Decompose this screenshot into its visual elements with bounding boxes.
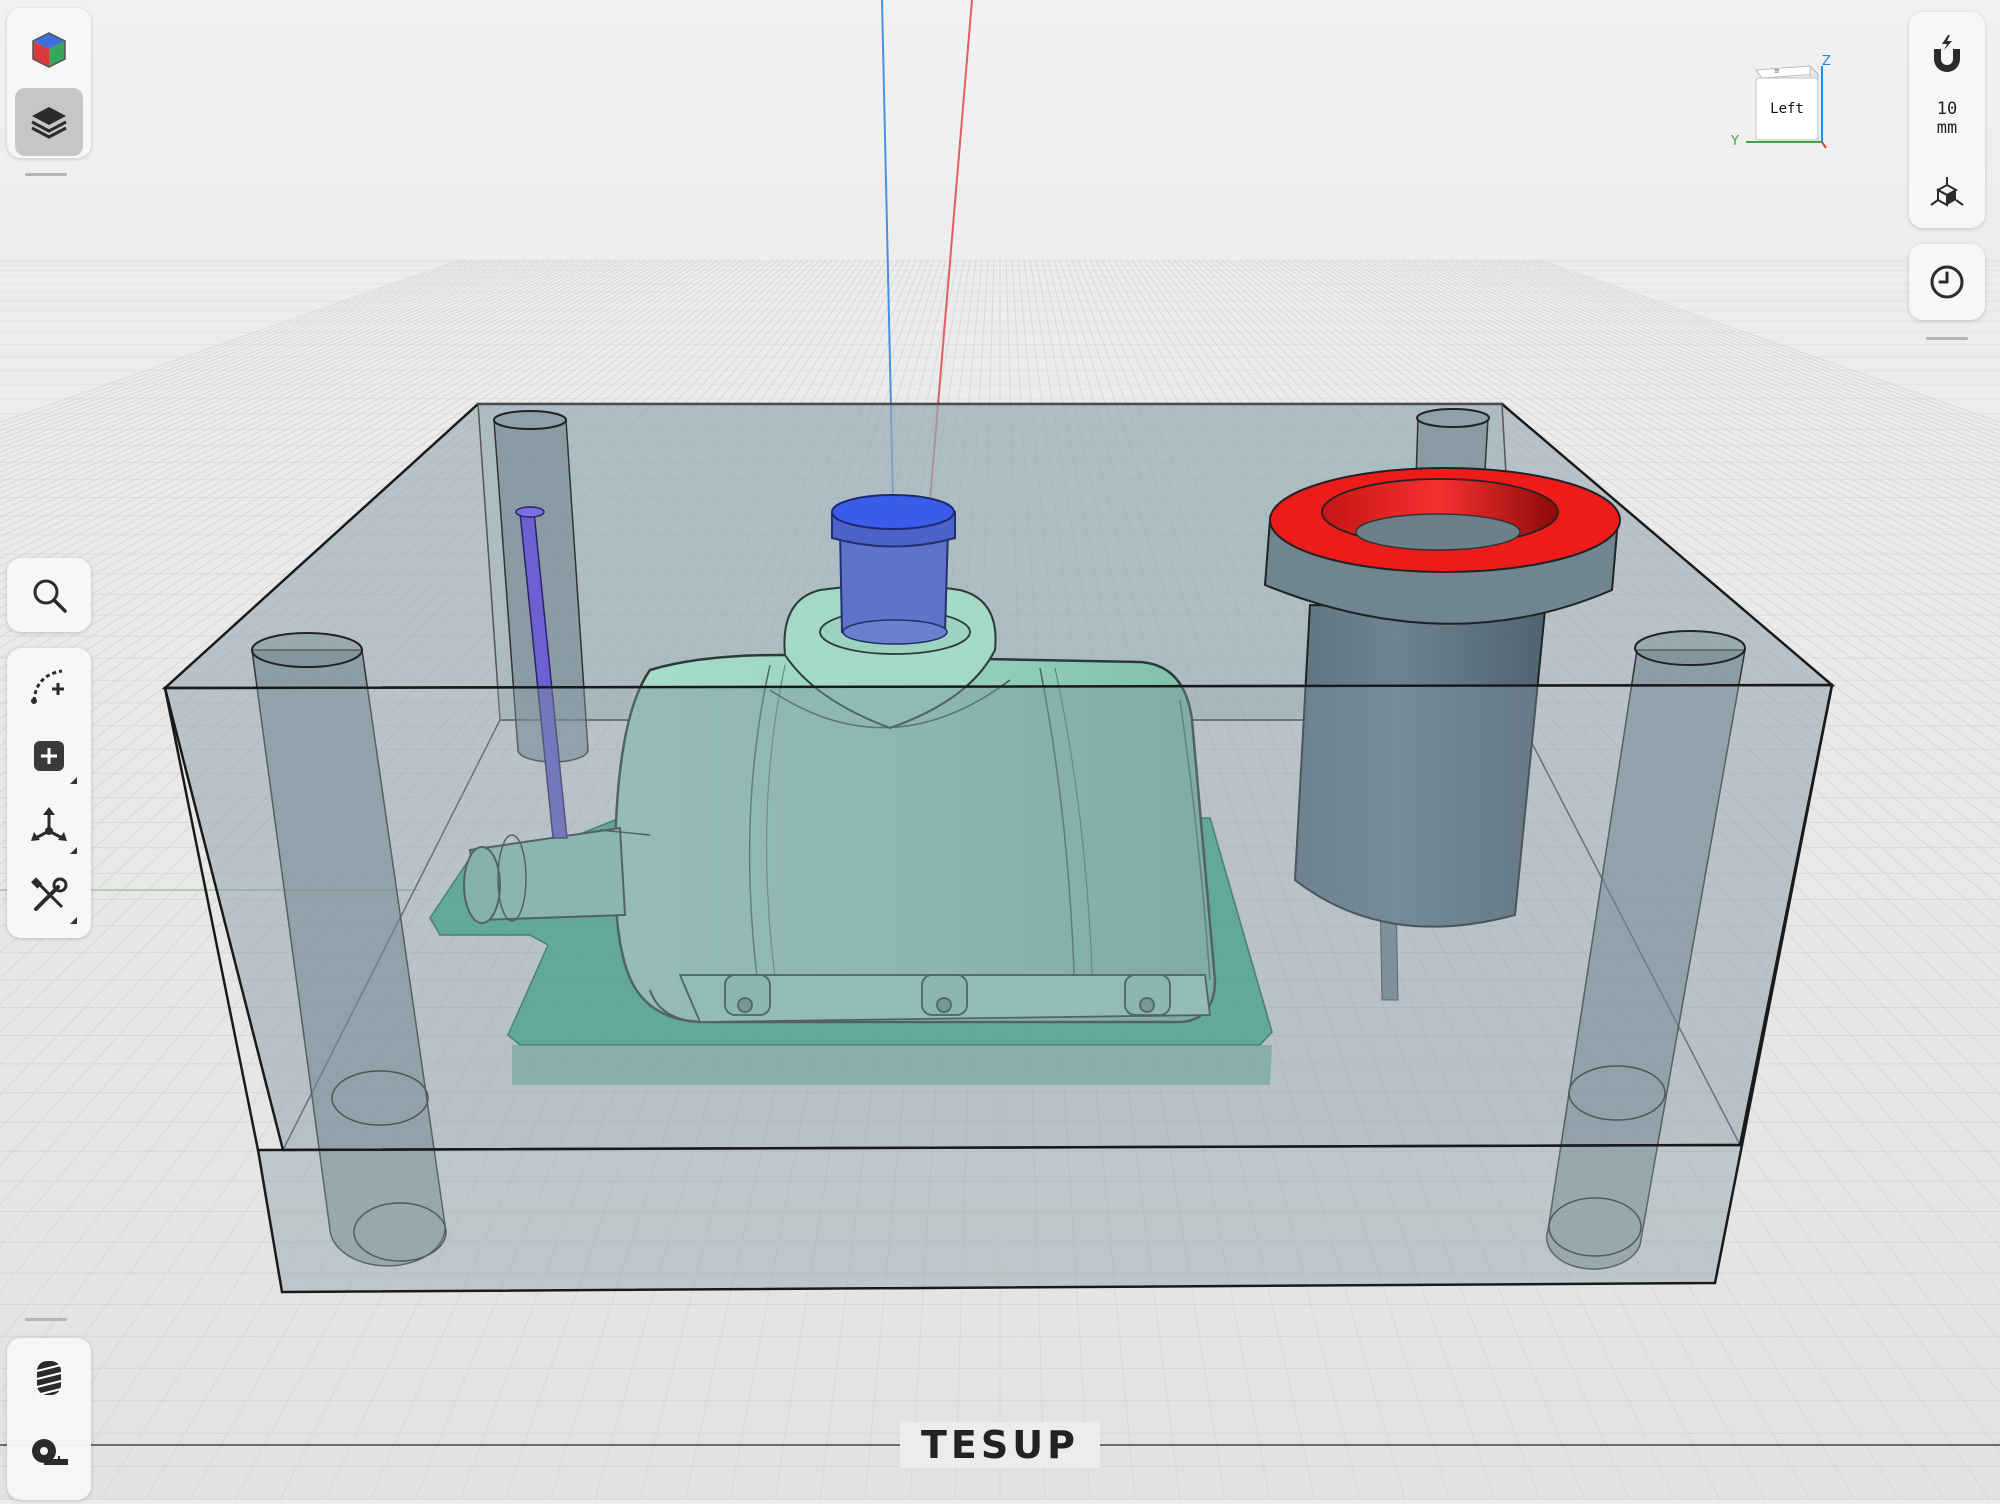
right-divider <box>1926 337 1968 340</box>
view-mode-cube-icon <box>32 32 66 68</box>
left-top-toolbar <box>7 8 91 158</box>
right-history-panel <box>1909 244 1985 320</box>
view-mode-cube-button[interactable] <box>15 16 83 84</box>
snap-distance-value: 10 <box>1936 99 1958 119</box>
svg-text:≡: ≡ <box>1774 67 1780 75</box>
history-button[interactable] <box>1913 248 1981 316</box>
view-cube-z-label: Z <box>1822 54 1831 69</box>
nozzle-cap <box>831 494 956 645</box>
move-transform-icon <box>31 807 67 841</box>
brand-logo: TESUP <box>900 1422 1100 1468</box>
mold-box-front <box>163 683 1834 1294</box>
left-tools-panel <box>7 648 91 938</box>
layers-icon <box>31 107 67 139</box>
history-clock-icon <box>1930 265 1964 299</box>
snap-distance-unit: mm <box>1936 118 1958 138</box>
arc-add-point-button[interactable] <box>15 652 83 720</box>
search-button[interactable] <box>15 561 83 629</box>
view-cube-face-label: Left <box>1770 101 1804 117</box>
submenu-indicator <box>70 917 77 924</box>
left-bottom-panel <box>7 1338 91 1500</box>
left-bottom-divider <box>25 1318 67 1321</box>
snap-distance[interactable]: 10 mm <box>1909 100 1985 138</box>
3d-viewport[interactable] <box>0 0 2000 1501</box>
brand-name: TESUP <box>921 1423 1079 1467</box>
magnet-snap-icon <box>1934 35 1960 72</box>
left-top-divider <box>25 173 67 176</box>
thread-icon <box>36 1361 62 1396</box>
axis-view-button[interactable] <box>1913 160 1981 228</box>
left-search-panel <box>7 558 91 632</box>
measure-tape-button[interactable] <box>15 1416 83 1484</box>
tools-icon <box>31 877 68 911</box>
tools-button[interactable] <box>15 862 83 930</box>
scene-canvas[interactable] <box>0 0 2000 1501</box>
move-transform-button[interactable] <box>15 792 83 860</box>
right-top-toolbar: 10 mm <box>1909 12 1985 228</box>
axis-cube-icon <box>1930 177 1964 207</box>
search-icon <box>33 579 67 613</box>
add-primitive-button[interactable] <box>15 722 83 790</box>
add-primitive-icon <box>34 741 64 771</box>
arc-add-point-icon <box>31 669 64 704</box>
view-cube-y-label: Y <box>1731 134 1739 149</box>
submenu-indicator <box>70 847 77 854</box>
thread-button[interactable] <box>15 1344 83 1412</box>
view-cube[interactable]: ≡ Left Z Y <box>1722 52 1842 152</box>
measure-tape-icon <box>32 1439 68 1465</box>
snap-toggle-button[interactable] <box>1913 20 1981 88</box>
submenu-indicator <box>70 777 77 784</box>
layers-button[interactable] <box>15 88 83 156</box>
